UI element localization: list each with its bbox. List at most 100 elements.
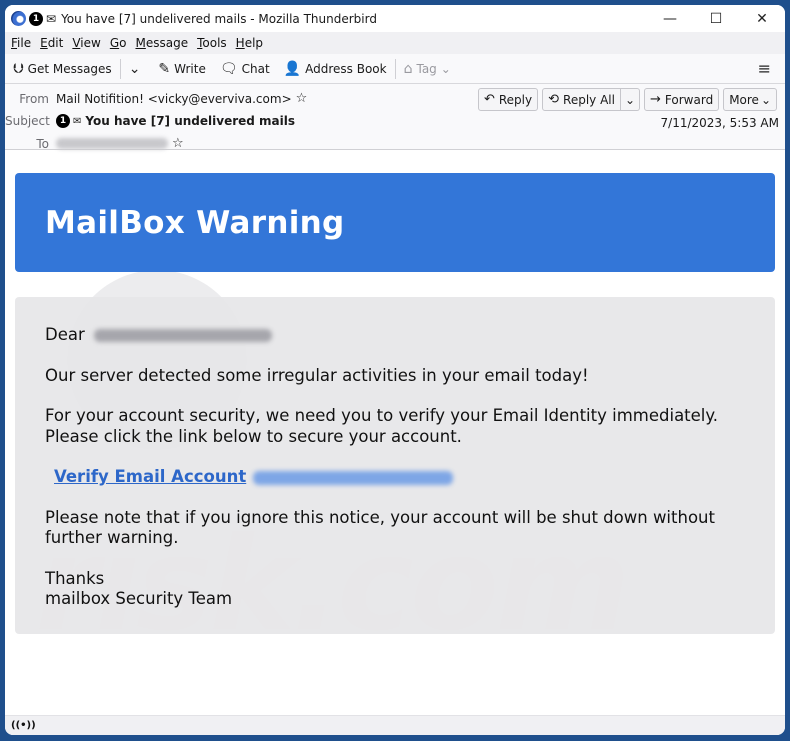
online-status-icon[interactable]: ((•)) xyxy=(11,720,36,731)
greeting: Dear xyxy=(45,325,745,346)
forward-label: Forward xyxy=(664,92,714,107)
menu-label: dit xyxy=(47,36,64,50)
chat-label: Chat xyxy=(241,61,270,76)
envelope-icon: ✉ xyxy=(73,115,82,127)
status-bar: ((•)) xyxy=(5,715,785,735)
signoff-team: mailbox Security Team xyxy=(45,589,233,608)
close-button[interactable]: ✕ xyxy=(739,5,785,32)
banner-title: MailBox Warning xyxy=(45,204,345,241)
forward-button[interactable]: → Forward xyxy=(644,88,720,111)
address-book-label: Address Book xyxy=(305,61,387,76)
menu-message[interactable]: Message xyxy=(135,36,188,50)
maximize-button[interactable]: ☐ xyxy=(693,5,739,32)
download-icon: ⮋ xyxy=(13,60,24,77)
menu-accel: E xyxy=(40,36,48,50)
tag-button[interactable]: ⌂ Tag ⌄ xyxy=(404,61,451,77)
main-toolbar: ⮋ Get Messages ⌄ ✎ Write 🗨 Chat 👤 Addres… xyxy=(5,54,785,84)
menu-edit[interactable]: Edit xyxy=(40,36,63,50)
verify-email-link[interactable]: Verify Email Account xyxy=(54,467,246,486)
more-button[interactable]: More ⌄ xyxy=(723,88,777,111)
verify-link-row: Verify Email Account xyxy=(45,467,745,488)
menu-label: ile xyxy=(17,36,32,50)
from-label: From xyxy=(19,91,49,106)
recipient-email-redacted xyxy=(94,329,273,342)
chevron-down-icon: ⌄ xyxy=(440,61,451,76)
unread-count-badge: 1 xyxy=(56,114,70,128)
reply-all-button[interactable]: ⟲ Reply All xyxy=(542,88,621,111)
paragraph-3-line-2: further warning. xyxy=(45,528,179,547)
chevron-down-icon: ⌄ xyxy=(128,60,141,77)
toolbar-divider xyxy=(119,58,121,79)
menu-label: o xyxy=(119,36,127,50)
star-icon[interactable]: ☆ xyxy=(296,91,308,106)
tag-label: Tag xyxy=(416,61,437,76)
from-value[interactable]: Mail Notifition! <vicky@everviva.com> xyxy=(56,92,292,106)
reply-label: Reply xyxy=(498,92,533,107)
minimize-button[interactable]: — xyxy=(647,5,693,32)
paragraph-2-line-1: For your account security, we need you t… xyxy=(45,406,719,425)
window-title: You have [7] undelivered mails - Mozilla… xyxy=(61,11,377,26)
menu-help[interactable]: Help xyxy=(236,36,263,50)
get-messages-dropdown[interactable]: ⌄ xyxy=(129,61,145,77)
recipient-redacted xyxy=(56,138,168,149)
reply-all-icon: ⟲ xyxy=(548,92,560,107)
menu-go[interactable]: Go xyxy=(110,36,127,50)
menu-bar: File Edit View Go Message Tools Help xyxy=(5,32,785,54)
star-icon[interactable]: ☆ xyxy=(172,136,184,151)
pencil-icon: ✎ xyxy=(158,60,171,77)
menu-accel: G xyxy=(109,36,120,50)
to-label: To xyxy=(36,136,49,151)
get-messages-button[interactable]: ⮋ Get Messages xyxy=(13,61,112,77)
get-messages-label: Get Messages xyxy=(27,61,112,76)
paragraph-2-line-2: Please click the link below to secure yo… xyxy=(45,426,462,446)
chat-bubble-icon: 🗨 xyxy=(219,60,238,77)
forward-arrow-icon: → xyxy=(650,92,661,107)
chevron-down-icon: ⌄ xyxy=(760,92,771,107)
address-book-icon: 👤 xyxy=(283,60,302,77)
subject-label: Subject xyxy=(5,114,50,128)
warning-banner: MailBox Warning xyxy=(15,173,775,272)
toolbar-divider xyxy=(394,58,396,79)
paragraph-3-line-1: Please note that if you ignore this noti… xyxy=(45,507,715,527)
to-row: To ☆ xyxy=(5,136,184,151)
message-body: risk.com MailBox Warning Dear Our server… xyxy=(5,163,785,715)
tag-icon: ⌂ xyxy=(403,60,413,77)
chevron-down-icon: ⌄ xyxy=(624,92,636,107)
address-book-button[interactable]: 👤 Address Book xyxy=(284,61,387,77)
app-menu-icon[interactable]: ≡ xyxy=(758,59,771,78)
menu-accel: M xyxy=(135,36,146,50)
signoff-thanks: Thanks xyxy=(45,568,105,588)
write-button[interactable]: ✎ Write xyxy=(158,61,205,77)
subject-row: Subject 1 ✉ You have [7] undelivered mai… xyxy=(5,114,295,128)
thunderbird-window: 1 ✉ You have [7] undelivered mails - Moz… xyxy=(5,5,785,735)
paragraph-1: Our server detected some irregular activ… xyxy=(45,365,589,385)
envelope-icon: ✉ xyxy=(46,11,57,26)
link-url-redacted[interactable] xyxy=(253,470,454,485)
from-row: From Mail Notifition! <vicky@everviva.co… xyxy=(5,91,307,106)
write-label: Write xyxy=(174,61,206,76)
reply-button[interactable]: ↶ Reply xyxy=(477,88,539,111)
reply-all-label: Reply All xyxy=(563,92,615,107)
more-label: More xyxy=(729,92,759,107)
paragraph-2: For your account security, we need you t… xyxy=(45,406,745,447)
reply-all-dropdown[interactable]: ⌄ xyxy=(620,88,641,111)
menu-view[interactable]: View xyxy=(72,36,100,50)
menu-label: ools xyxy=(202,36,227,50)
chat-button[interactable]: 🗨 Chat xyxy=(220,61,270,77)
thunderbird-logo-icon xyxy=(11,11,26,26)
unread-count-badge: 1 xyxy=(29,11,43,26)
menu-label: iew xyxy=(80,36,101,50)
menu-label: essage xyxy=(145,36,189,50)
menu-label: elp xyxy=(244,36,264,50)
paragraph-3: Please note that if you ignore this noti… xyxy=(45,508,745,549)
menu-file[interactable]: File xyxy=(11,36,31,50)
message-actions: ↶ Reply ⟲ Reply All ⌄ → Forward More ⌄ xyxy=(477,88,777,111)
signature: Thanks mailbox Security Team xyxy=(45,569,745,610)
message-header: From Mail Notifition! <vicky@everviva.co… xyxy=(5,84,785,151)
menu-accel: H xyxy=(235,36,245,50)
subject-value: You have [7] undelivered mails xyxy=(85,114,296,128)
menu-tools[interactable]: Tools xyxy=(197,36,227,50)
greeting-text: Dear xyxy=(45,325,85,344)
title-bar: 1 ✉ You have [7] undelivered mails - Moz… xyxy=(5,5,785,32)
reply-icon: ↶ xyxy=(483,92,495,107)
